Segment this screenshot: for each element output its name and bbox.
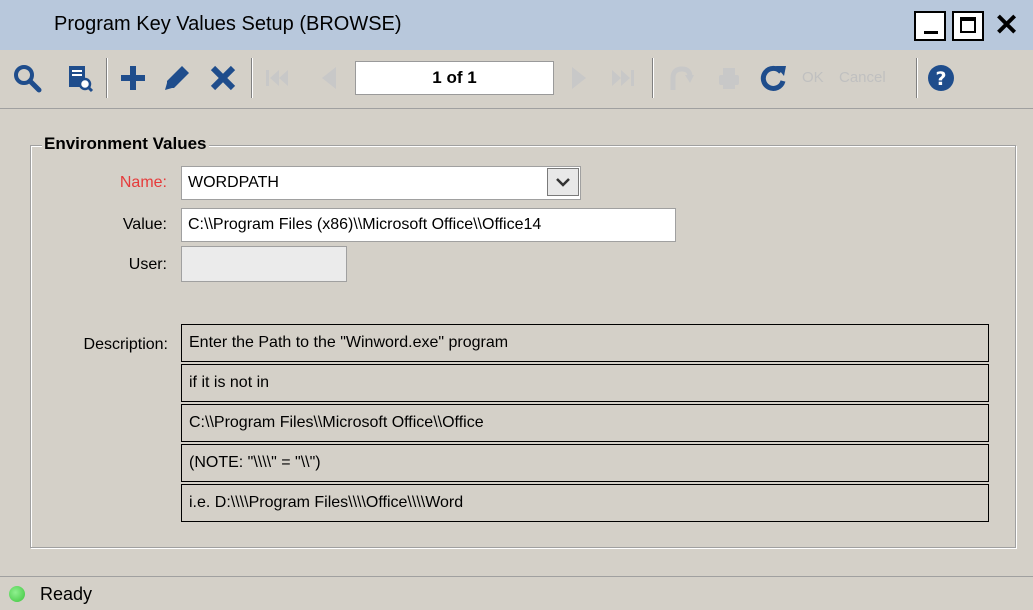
help-icon: ? [928, 65, 954, 91]
toolbar-separator [652, 58, 654, 98]
minimize-button[interactable] [914, 11, 946, 41]
next-record-button[interactable] [562, 60, 596, 96]
previous-record-button[interactable] [312, 60, 346, 96]
user-label: User: [128, 256, 167, 273]
report-icon [69, 66, 94, 93]
description-line[interactable]: i.e. D:\\\\Program Files\\\\Office\\\\Wo… [181, 484, 989, 522]
add-button[interactable] [116, 60, 150, 96]
record-indicator[interactable]: 1 of 1 [355, 61, 554, 95]
last-record-button[interactable] [606, 60, 640, 96]
delete-icon [210, 65, 236, 91]
description-line[interactable]: Enter the Path to the "Winword.exe" prog… [181, 324, 989, 362]
next-record-icon [572, 67, 586, 89]
group-title: Environment Values [42, 134, 209, 154]
title-bar[interactable]: Program Key Values Setup (BROWSE) ✕ [0, 0, 1033, 50]
status-text: Ready [40, 584, 93, 604]
name-select[interactable]: WORDPATH [181, 166, 581, 200]
svg-text:?: ? [935, 68, 946, 90]
status-bar: Ready [0, 576, 1033, 610]
undo-button[interactable] [662, 60, 696, 96]
toolbar: 1 of 1 OK Cancel ? [0, 50, 1033, 109]
name-label: Name: [119, 174, 167, 191]
first-record-icon [266, 70, 288, 86]
description-line[interactable]: if it is not in [181, 364, 989, 402]
report-button[interactable] [62, 60, 96, 96]
delete-button[interactable] [206, 60, 240, 96]
refresh-button[interactable] [756, 60, 790, 96]
print-icon [719, 68, 739, 89]
chevron-down-icon [556, 178, 570, 187]
description-line[interactable]: (NOTE: "\\\\" = "\\") [181, 444, 989, 482]
name-value: WORDPATH [188, 174, 279, 191]
last-record-icon [612, 70, 634, 86]
toolbar-separator [251, 58, 253, 98]
value-field[interactable]: C:\\Program Files (x86)\\Microsoft Offic… [181, 208, 676, 242]
description-line[interactable]: C:\\Program Files\\Microsoft Office\\Off… [181, 404, 989, 442]
refresh-icon [760, 65, 786, 91]
name-dropdown-button[interactable] [547, 168, 579, 196]
window-title: Program Key Values Setup (BROWSE) [54, 13, 402, 35]
help-button[interactable]: ? [924, 60, 958, 96]
toolbar-separator [916, 58, 918, 98]
maximize-icon [960, 17, 976, 33]
maximize-button[interactable] [952, 11, 984, 41]
edit-button[interactable] [160, 60, 194, 96]
value-label: Value: [122, 216, 167, 233]
edit-icon [165, 66, 189, 90]
first-record-button[interactable] [260, 60, 294, 96]
print-button[interactable] [712, 60, 746, 96]
previous-record-icon [322, 67, 336, 89]
search-icon [14, 65, 42, 93]
close-button[interactable]: ✕ [990, 9, 1033, 42]
cancel-button[interactable]: Cancel [839, 69, 886, 86]
ok-button[interactable]: OK [802, 69, 824, 86]
description-label: Description: [83, 336, 168, 353]
minimize-icon [924, 31, 938, 34]
add-icon [121, 66, 145, 90]
toolbar-separator [106, 58, 108, 98]
undo-icon [670, 66, 694, 90]
user-field[interactable] [181, 246, 347, 282]
search-button[interactable] [10, 60, 44, 96]
close-icon: ✕ [994, 9, 1020, 42]
status-indicator-icon [9, 586, 25, 602]
window: Program Key Values Setup (BROWSE) ✕ 1 of… [0, 0, 1033, 610]
